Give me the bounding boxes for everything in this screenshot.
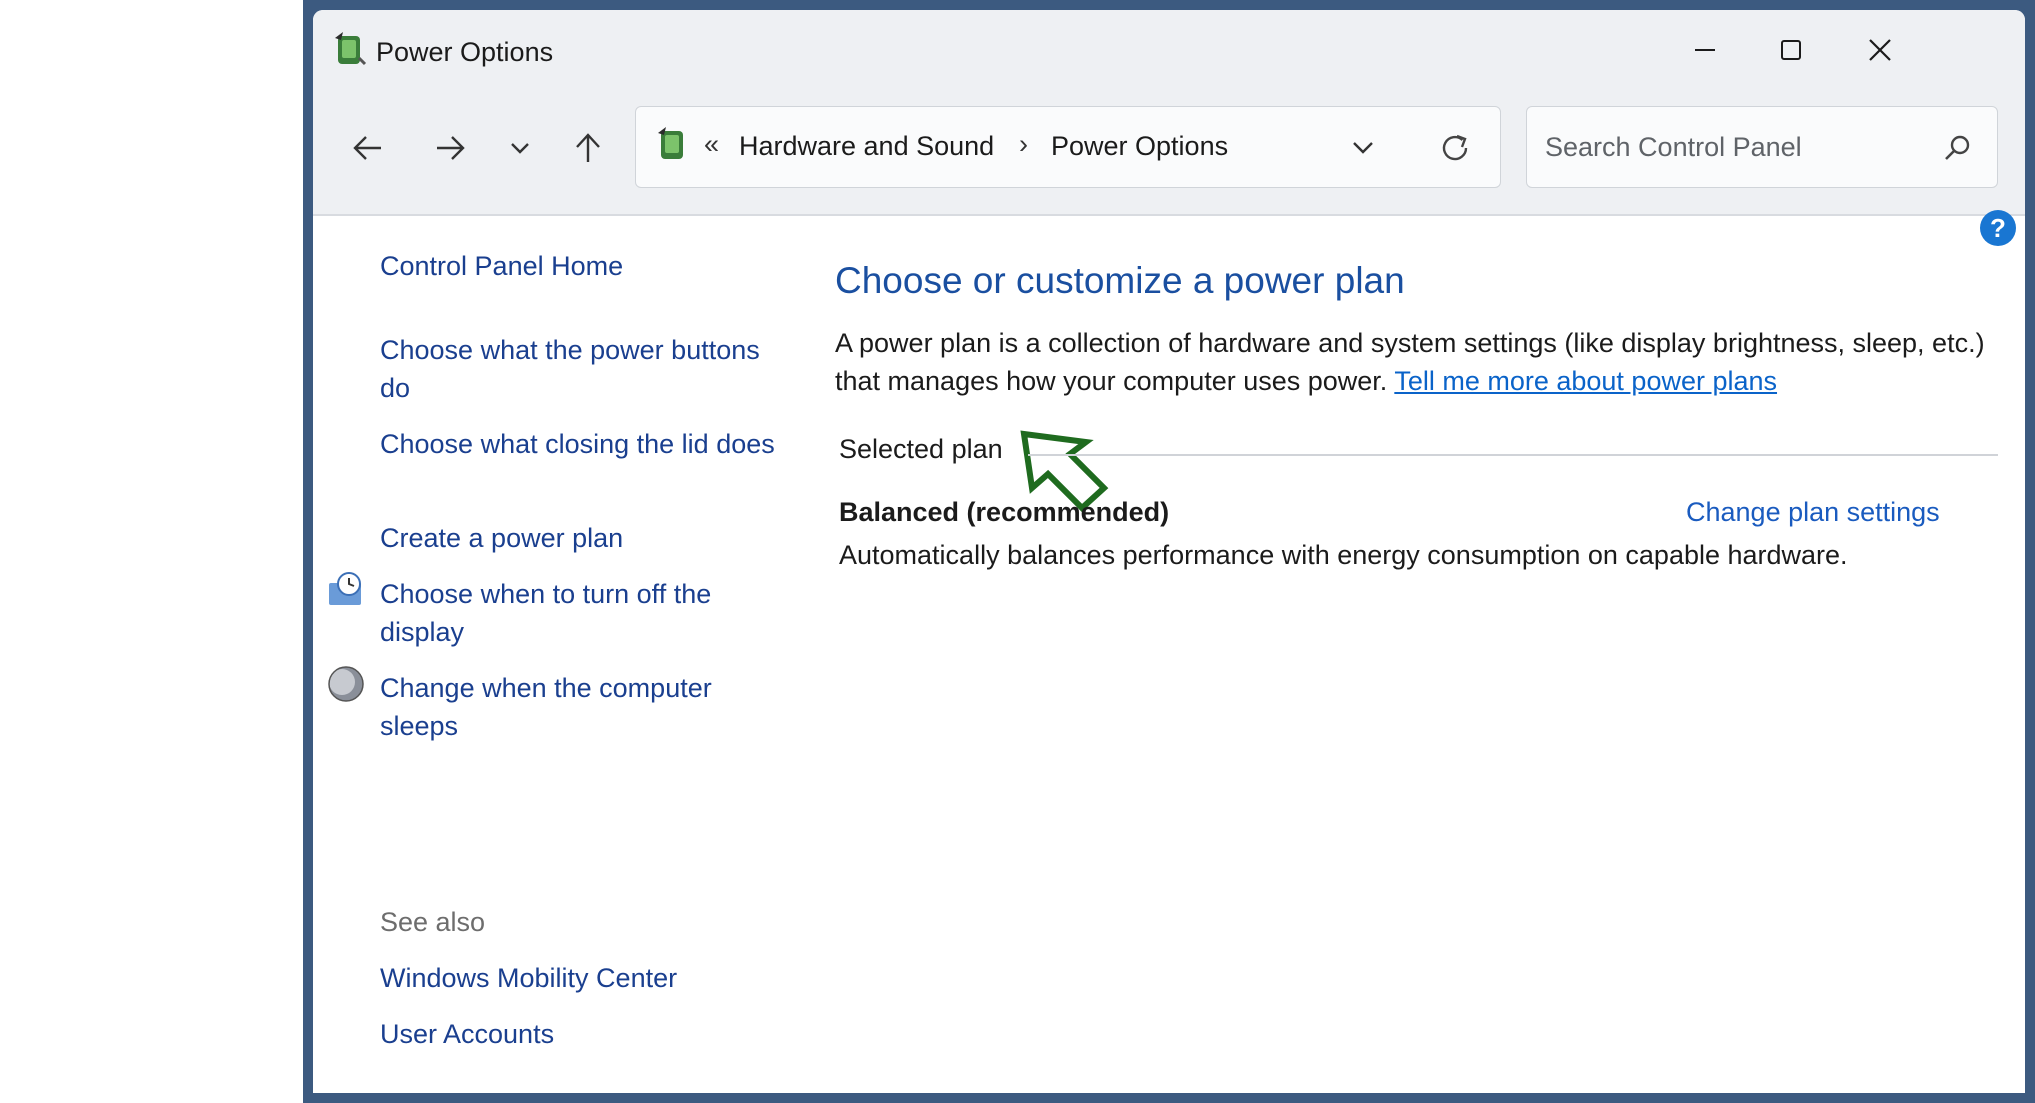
refresh-icon[interactable] <box>1438 131 1472 165</box>
sidebar-item-create-power-plan[interactable]: Create a power plan <box>380 519 780 557</box>
sidebar-item-user-accounts[interactable]: User Accounts <box>380 1015 780 1053</box>
maximize-icon <box>1781 40 1801 60</box>
breadcrumb-power-options[interactable]: Power Options <box>1051 131 1228 162</box>
selected-plan-label: Selected plan <box>839 434 1003 464</box>
window-title: Power Options <box>376 37 554 67</box>
change-plan-settings-link[interactable]: Change plan settings <box>1686 497 1940 528</box>
sidebar-item-windows-mobility-center[interactable]: Windows Mobility Center <box>380 959 780 997</box>
minimize-button[interactable] <box>1675 28 1735 72</box>
page-title: Choose or customize a power plan <box>835 260 1405 301</box>
chevron-down-icon <box>511 143 529 154</box>
up-button[interactable] <box>566 126 610 170</box>
plan-name: Balanced (recommended) <box>839 497 1170 527</box>
arrow-left-icon <box>353 136 381 160</box>
search-box[interactable]: Search Control Panel <box>1526 106 1998 188</box>
page-description: A power plan is a collection of hardware… <box>835 324 1995 400</box>
search-input[interactable]: Search Control Panel <box>1545 132 1802 163</box>
navigation-bar: « Hardware and Sound › Power Options Sea… <box>313 88 2025 216</box>
see-also-heading: See also <box>380 907 486 937</box>
sidebar: Control Panel Home Choose what the power… <box>313 214 783 1093</box>
breadcrumb-overflow[interactable]: « <box>704 129 719 160</box>
power-options-window: Power Options « Hardware and Sound › Pow… <box>313 10 2025 1093</box>
help-button[interactable]: ? <box>1980 210 2016 246</box>
chevron-down-icon[interactable] <box>1350 135 1376 161</box>
moon-sleep-icon <box>328 666 364 702</box>
window-frame: Power Options « Hardware and Sound › Pow… <box>303 0 2035 1103</box>
address-bar[interactable]: « Hardware and Sound › Power Options <box>635 106 1501 188</box>
sidebar-item-power-buttons[interactable]: Choose what the power buttons do <box>380 331 780 407</box>
power-options-icon <box>658 127 683 159</box>
recent-locations-button[interactable] <box>498 126 542 170</box>
breadcrumb-separator[interactable]: › <box>1019 129 1028 160</box>
learn-more-link[interactable]: Tell me more about power plans <box>1394 366 1777 396</box>
arrow-right-icon <box>437 136 465 160</box>
divider <box>1028 454 1998 456</box>
sidebar-item-closing-lid[interactable]: Choose what closing the lid does <box>380 425 780 463</box>
close-icon <box>1869 39 1891 61</box>
back-button[interactable] <box>346 126 390 170</box>
plan-description: Automatically balances performance with … <box>839 540 1848 570</box>
forward-button[interactable] <box>428 126 472 170</box>
minimize-icon <box>1695 49 1715 51</box>
search-icon[interactable] <box>1942 133 1972 163</box>
breadcrumb-hardware-and-sound[interactable]: Hardware and Sound <box>739 131 994 162</box>
sidebar-item-turn-off-display[interactable]: Choose when to turn off the display <box>380 575 780 651</box>
power-options-icon <box>335 32 367 66</box>
maximize-button[interactable] <box>1761 28 1821 72</box>
title-bar: Power Options <box>313 10 2025 88</box>
close-button[interactable] <box>1850 28 1910 72</box>
sidebar-item-control-panel-home[interactable]: Control Panel Home <box>380 247 780 285</box>
arrow-up-icon <box>576 133 600 162</box>
display-clock-icon <box>329 572 361 605</box>
sidebar-item-computer-sleeps[interactable]: Change when the computer sleeps <box>380 669 780 745</box>
